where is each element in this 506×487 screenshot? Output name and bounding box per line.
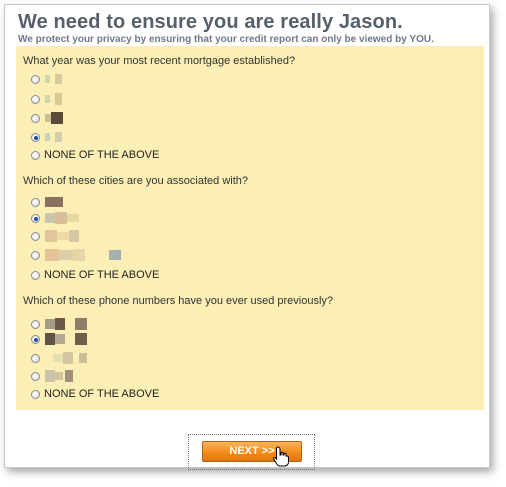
verification-window: We need to ensure you are really Jason. … <box>4 4 490 470</box>
option-label: NONE OF THE ABOVE <box>44 388 160 400</box>
q3-option-2[interactable] <box>31 333 87 345</box>
q3-option-3[interactable] <box>31 352 87 364</box>
q2-option-none[interactable]: NONE OF THE ABOVE <box>31 269 159 281</box>
pixelated-answer <box>45 73 75 85</box>
radio-button[interactable] <box>31 371 40 381</box>
pixelated-answer <box>45 131 75 143</box>
q2-option-1[interactable] <box>31 196 63 208</box>
radio-button-selected[interactable] <box>31 213 40 223</box>
pixelated-answer <box>45 370 105 382</box>
radio-button[interactable] <box>31 113 40 123</box>
radio-button[interactable] <box>31 150 40 160</box>
q1-option-1[interactable] <box>31 73 62 85</box>
q3-option-none[interactable]: NONE OF THE ABOVE <box>31 388 159 400</box>
pixelated-answer <box>45 212 105 224</box>
pixelated-answer <box>45 93 75 105</box>
option-label: NONE OF THE ABOVE <box>44 149 160 161</box>
radio-button[interactable] <box>31 197 40 207</box>
radio-button[interactable] <box>31 319 40 329</box>
radio-button-selected[interactable] <box>31 334 40 344</box>
hand-cursor-icon <box>273 446 289 467</box>
question-3-text: Which of these phone numbers have you ev… <box>23 295 334 307</box>
q3-option-1[interactable] <box>31 318 87 330</box>
q1-option-2[interactable] <box>31 93 62 105</box>
question-1-text: What year was your most recent mortgage … <box>23 55 296 67</box>
radio-button[interactable] <box>31 389 40 399</box>
q2-option-4[interactable] <box>31 249 121 261</box>
pixelated-answer <box>45 196 85 208</box>
pixelated-answer <box>45 352 105 364</box>
radio-button[interactable] <box>31 250 40 260</box>
q1-option-3[interactable] <box>31 112 63 124</box>
q1-option-none[interactable]: NONE OF THE ABOVE <box>31 149 159 161</box>
radio-button[interactable] <box>31 231 40 241</box>
questions-panel: What year was your most recent mortgage … <box>16 46 484 410</box>
option-label: NONE OF THE ABOVE <box>44 269 160 281</box>
pixelated-answer <box>45 318 105 330</box>
radio-button-selected[interactable] <box>31 132 40 142</box>
question-2-text: Which of these cities are you associated… <box>23 175 249 187</box>
page-title: We need to ensure you are really Jason. <box>18 11 403 33</box>
pixelated-answer <box>45 230 115 242</box>
q1-option-4[interactable] <box>31 131 62 143</box>
q2-option-2[interactable] <box>31 212 79 224</box>
q3-option-4[interactable] <box>31 370 73 382</box>
pixelated-answer <box>45 112 75 124</box>
radio-button[interactable] <box>31 353 40 363</box>
pixelated-answer <box>45 333 105 345</box>
radio-button[interactable] <box>31 270 40 280</box>
q2-option-3[interactable] <box>31 230 79 242</box>
radio-button[interactable] <box>31 94 40 104</box>
radio-button[interactable] <box>31 74 40 84</box>
pixelated-answer <box>45 249 145 261</box>
page-subtitle: We protect your privacy by ensuring that… <box>18 34 434 45</box>
